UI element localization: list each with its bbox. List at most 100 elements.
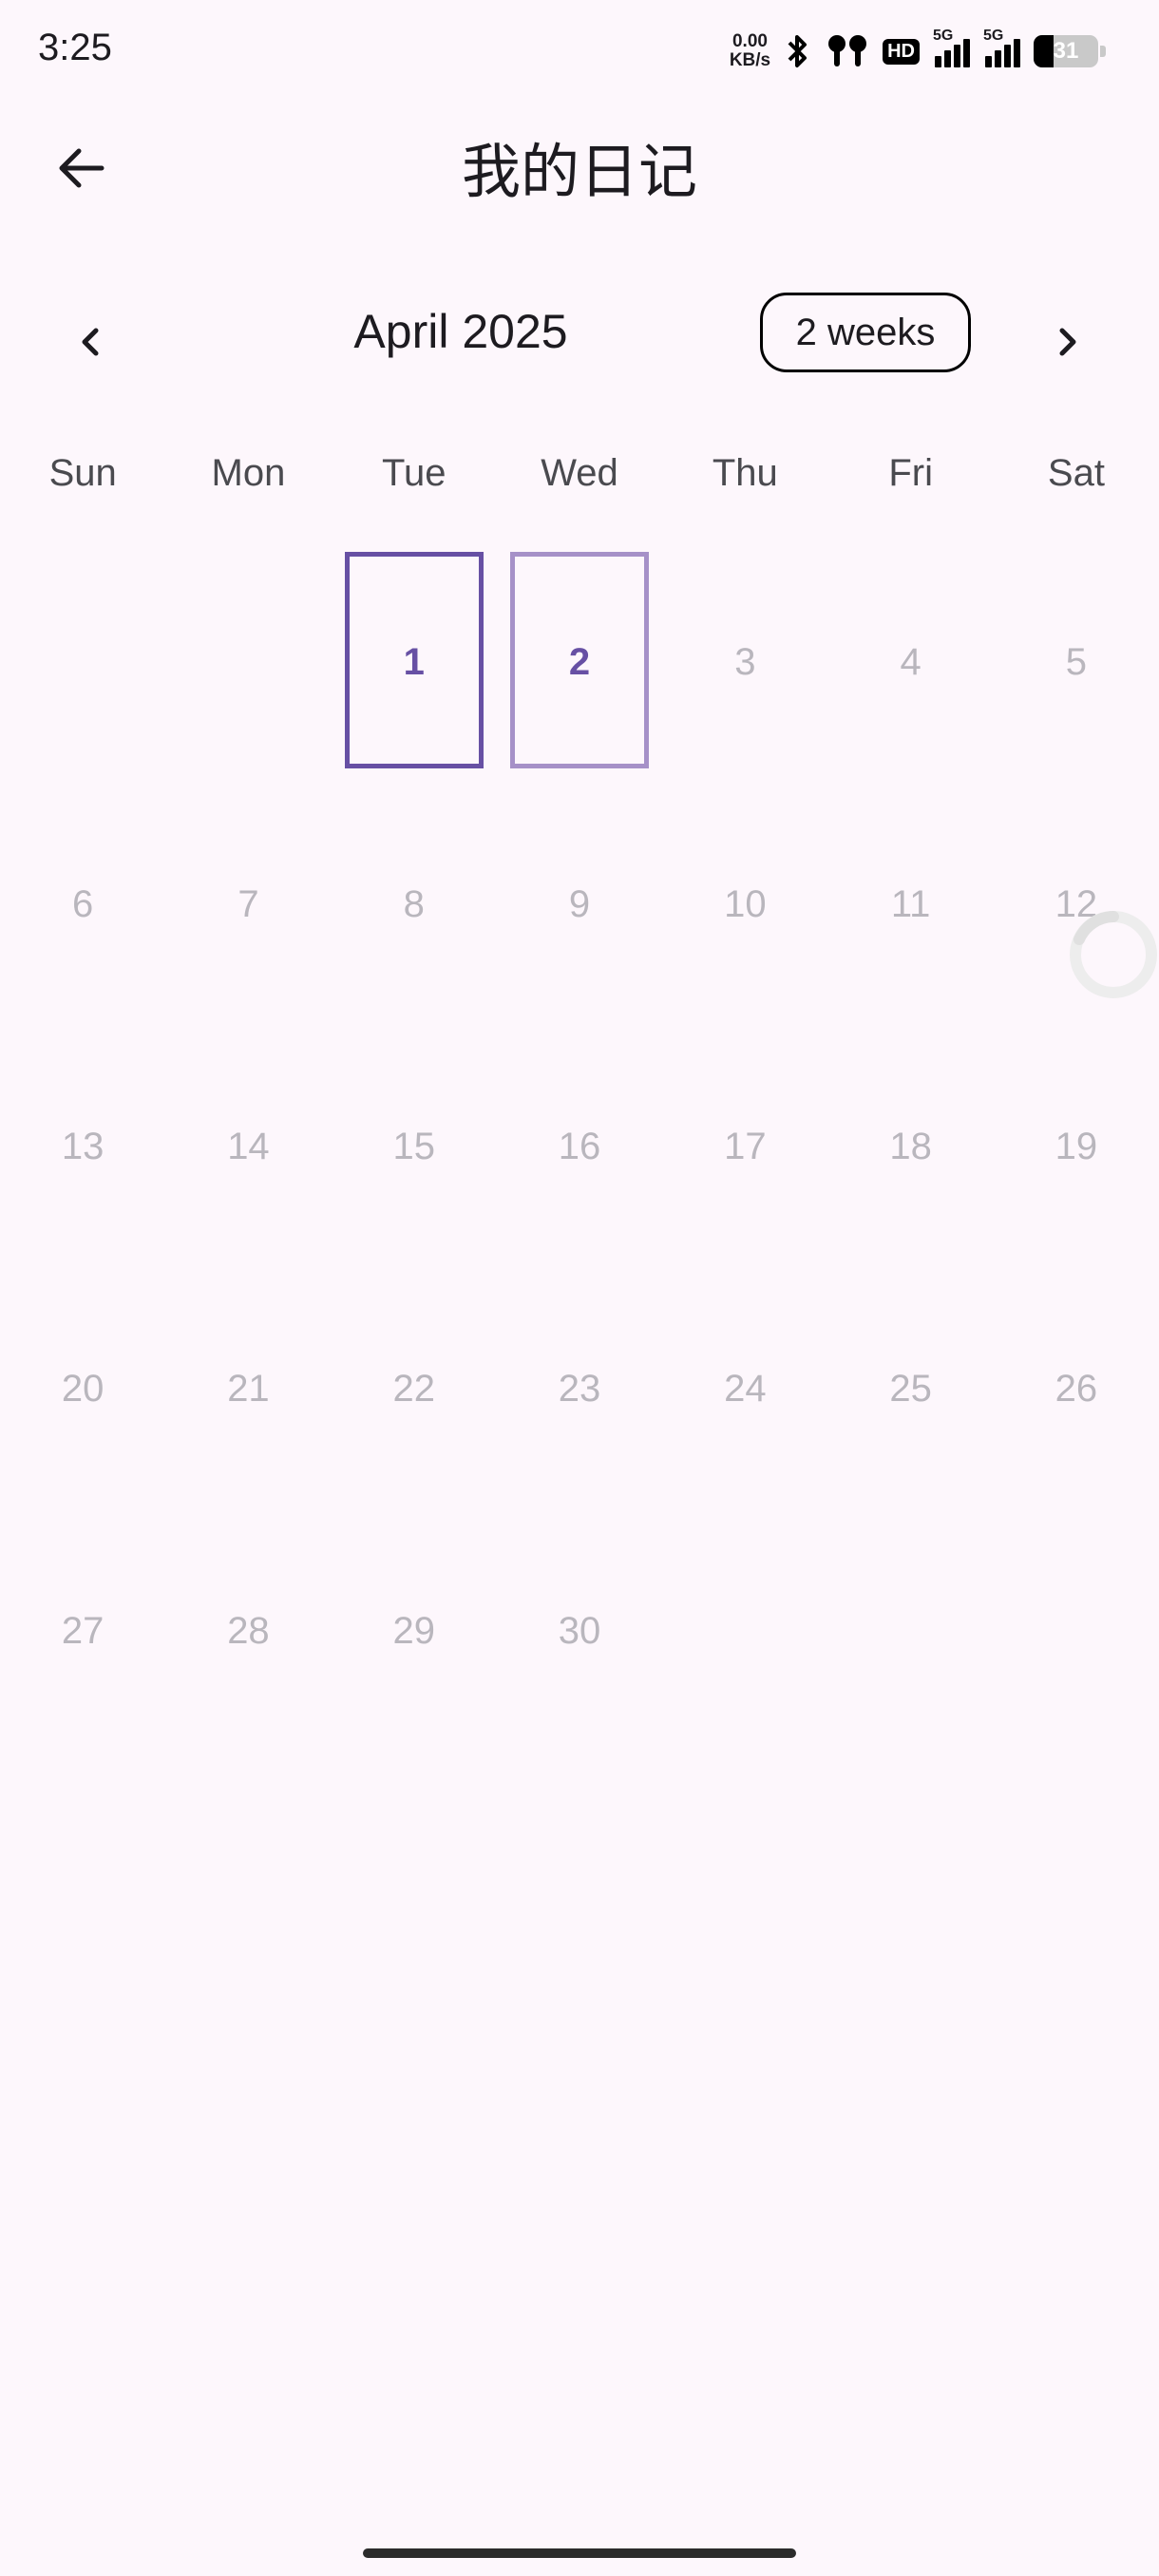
bluetooth-icon (784, 32, 812, 70)
day-cell-7[interactable]: 7 (165, 784, 331, 1026)
weekday-label: Fri (888, 452, 933, 494)
calendar-week-row: 27 28 29 30 (0, 1510, 1159, 1752)
loading-spinner-icon (1070, 911, 1157, 998)
app-bar: 我的日记 (0, 114, 1159, 214)
hd-voice-badge: HD (883, 38, 920, 65)
day-cell-14[interactable]: 14 (165, 1026, 331, 1268)
day-number: 16 (558, 1126, 601, 1167)
day-cell-6[interactable]: 6 (0, 784, 165, 1026)
weekday-label: Thu (712, 452, 778, 494)
day-number: 26 (1054, 1368, 1098, 1410)
day-cell-8[interactable]: 8 (332, 784, 497, 1026)
battery-level-text: 31 (1053, 38, 1079, 64)
chevron-left-icon (82, 328, 99, 356)
empty-day-cell (994, 1510, 1159, 1752)
net-speed: 0.00 KB/s (730, 32, 770, 70)
empty-day-cell (0, 541, 165, 784)
day-cell-18[interactable]: 18 (827, 1026, 993, 1268)
battery-tip (1100, 46, 1106, 57)
day-number: 1 (403, 641, 425, 683)
day-number: 18 (889, 1126, 932, 1167)
day-cell-5[interactable]: 5 (994, 541, 1159, 784)
day-number: 22 (392, 1368, 435, 1410)
day-cell-22[interactable]: 22 (332, 1268, 497, 1510)
day-number: 14 (227, 1126, 270, 1167)
day-number: 5 (1065, 641, 1088, 683)
day-number: 29 (392, 1610, 435, 1652)
empty-day-cell (165, 541, 331, 784)
previous-month-button[interactable] (53, 304, 129, 380)
chevron-right-icon (1059, 328, 1076, 356)
day-cell-21[interactable]: 21 (165, 1268, 331, 1510)
day-number: 19 (1054, 1126, 1098, 1167)
day-number: 3 (734, 641, 756, 683)
weekday-label: Wed (541, 452, 618, 494)
day-cell-11[interactable]: 11 (827, 784, 993, 1026)
status-time: 3:25 (38, 27, 112, 68)
net-speed-value: 0.00 (732, 31, 768, 51)
signal-strength-2: 5G (983, 28, 1020, 67)
day-cell-23[interactable]: 23 (497, 1268, 662, 1510)
day-number: 4 (900, 641, 922, 683)
day-cell-10[interactable]: 10 (662, 784, 827, 1026)
day-cell-15[interactable]: 15 (332, 1026, 497, 1268)
day-cell-2[interactable]: 2 (497, 541, 662, 784)
day-cell-17[interactable]: 17 (662, 1026, 827, 1268)
day-cell-30[interactable]: 30 (497, 1510, 662, 1752)
day-number: 8 (403, 883, 425, 925)
day-number: 13 (61, 1126, 104, 1167)
day-cell-28[interactable]: 28 (165, 1510, 331, 1752)
day-number: 9 (568, 883, 591, 925)
day-cell-9[interactable]: 9 (497, 784, 662, 1026)
day-cell-16[interactable]: 16 (497, 1026, 662, 1268)
calendar-format-button[interactable]: 2 weeks (760, 293, 971, 372)
day-cell-20[interactable]: 20 (0, 1268, 165, 1510)
empty-day-cell (662, 1510, 827, 1752)
net-speed-unit: KB/s (729, 50, 771, 70)
calendar-week-row: 6 7 8 9 10 11 12 (0, 784, 1159, 1026)
weekday-label: Sun (48, 452, 117, 494)
day-number: 21 (227, 1368, 270, 1410)
day-number: 15 (392, 1126, 435, 1167)
day-number: 24 (724, 1368, 767, 1410)
day-number: 11 (890, 883, 931, 925)
status-bar: 3:25 0.00 KB/s HD 5G 5G 31 (0, 0, 1159, 104)
empty-day-cell (827, 1510, 993, 1752)
calendar-grid: 1 2 3 4 5 6 7 8 9 10 11 12 13 14 15 16 17 18 19 20 21 22 23 24 2… (0, 541, 1159, 1752)
weekday-header: Sun Mon Tue Wed Thu Fri Sat (0, 452, 1159, 513)
weekday-label: Sat (1047, 452, 1105, 494)
day-number: 10 (724, 883, 767, 925)
day-cell-25[interactable]: 25 (827, 1268, 993, 1510)
day-cell-29[interactable]: 29 (332, 1510, 497, 1752)
day-number: 2 (568, 641, 591, 683)
signal-tag-1: 5G (933, 28, 954, 44)
month-label: April 2025 (353, 305, 568, 358)
day-cell-27[interactable]: 27 (0, 1510, 165, 1752)
day-number: 17 (724, 1126, 767, 1167)
battery-icon: 31 (1034, 35, 1098, 67)
earbuds-icon (826, 32, 869, 70)
day-number: 7 (238, 883, 259, 925)
day-cell-24[interactable]: 24 (662, 1268, 827, 1510)
day-cell-3[interactable]: 3 (662, 541, 827, 784)
calendar-week-row: 20 21 22 23 24 25 26 (0, 1268, 1159, 1510)
day-number: 23 (558, 1368, 601, 1410)
weekday-label: Tue (382, 452, 446, 494)
calendar-week-row: 1 2 3 4 5 (0, 541, 1159, 784)
next-month-button[interactable] (1029, 304, 1105, 380)
day-cell-26[interactable]: 26 (994, 1268, 1159, 1510)
day-cell-13[interactable]: 13 (0, 1026, 165, 1268)
day-number: 25 (889, 1368, 932, 1410)
signal-tag-2: 5G (983, 28, 1004, 44)
status-icons: 0.00 KB/s HD 5G 5G 31 (730, 28, 1106, 74)
signal-strength-1: 5G (933, 28, 970, 67)
calendar-header: April 2025 2 weeks (0, 285, 1159, 389)
calendar-week-row: 13 14 15 16 17 18 19 (0, 1026, 1159, 1268)
weekday-label: Mon (211, 452, 286, 494)
day-cell-4[interactable]: 4 (827, 541, 993, 784)
day-cell-19[interactable]: 19 (994, 1026, 1159, 1268)
day-number: 27 (61, 1610, 104, 1652)
home-indicator[interactable] (363, 2548, 796, 2558)
day-cell-1[interactable]: 1 (332, 541, 497, 784)
day-number: 20 (61, 1368, 104, 1410)
